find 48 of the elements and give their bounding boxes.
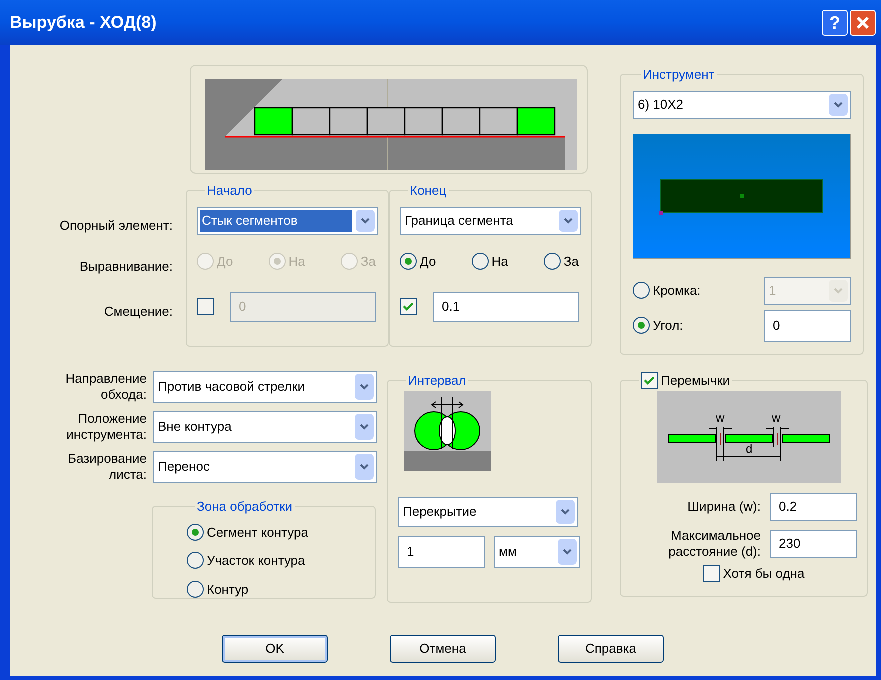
checkbox[interactable]: Хотя бы одна xyxy=(703,564,805,583)
input-field[interactable]: 1 xyxy=(398,536,485,568)
dialog-button[interactable]: OK xyxy=(222,635,328,663)
radio-button[interactable]: За xyxy=(544,252,579,272)
radio-button[interactable]: На xyxy=(472,252,508,272)
radio-button[interactable]: Контур xyxy=(187,580,375,599)
field-label: Выравнивание: xyxy=(78,258,173,276)
input-field[interactable]: 0.1 xyxy=(433,292,579,322)
input-field[interactable]: 230 xyxy=(770,530,857,558)
field-label: Максимальное расстояние (d): xyxy=(668,528,761,560)
group-title: Инструмент xyxy=(643,67,715,82)
field-label: Направление обхода: xyxy=(64,371,147,403)
field-label: Опорный элемент: xyxy=(58,217,173,236)
input-field[interactable]: 0 xyxy=(764,310,851,342)
dialog-button[interactable]: Справка xyxy=(558,635,664,663)
field-label: Смещение: xyxy=(103,303,173,322)
distance-label: d xyxy=(746,442,753,456)
width-label: w xyxy=(716,410,725,424)
dropdown[interactable]: Перекрытие xyxy=(398,496,578,526)
radio-button[interactable]: Угол: xyxy=(633,316,684,336)
checkbox[interactable] xyxy=(400,298,417,315)
dialog-button[interactable]: Отмена xyxy=(390,635,496,663)
help-button[interactable]: ? xyxy=(822,10,848,36)
dropdown[interactable]: 6) 10X2 xyxy=(633,90,851,118)
radio-button[interactable]: До xyxy=(400,252,436,272)
field-label: Положение инструмента: xyxy=(66,411,147,443)
checkmark-icon xyxy=(644,376,655,386)
dropdown[interactable]: Граница сегмента xyxy=(400,206,581,234)
group-title: Конец xyxy=(410,183,447,198)
close-icon xyxy=(856,16,870,30)
group-title: Интервал xyxy=(408,373,466,388)
dropdown[interactable]: Перенос xyxy=(153,451,377,483)
dropdown[interactable]: Стык сегментов xyxy=(197,206,378,234)
dropdown[interactable]: Против часовой стрелки xyxy=(153,371,377,403)
radio-button[interactable]: Участок контура xyxy=(187,551,375,570)
field-label: Ширина (w): xyxy=(688,498,761,516)
checkmark-icon xyxy=(403,302,414,311)
close-button[interactable] xyxy=(850,10,876,36)
radio-button[interactable]: Сегмент контура xyxy=(187,522,375,542)
checkbox[interactable]: Перемычки xyxy=(641,371,730,390)
window-title: Вырубка - ХОД(8) xyxy=(10,12,158,34)
group-title: Зона обработки xyxy=(197,499,293,514)
group-title: Начало xyxy=(207,183,252,198)
dropdown[interactable]: Вне контура xyxy=(153,411,377,443)
field-label: Базирование листа: xyxy=(67,451,147,483)
input-field[interactable]: 0.2 xyxy=(770,492,857,520)
dropdown[interactable]: мм xyxy=(494,536,580,568)
width-label: w xyxy=(772,410,781,424)
